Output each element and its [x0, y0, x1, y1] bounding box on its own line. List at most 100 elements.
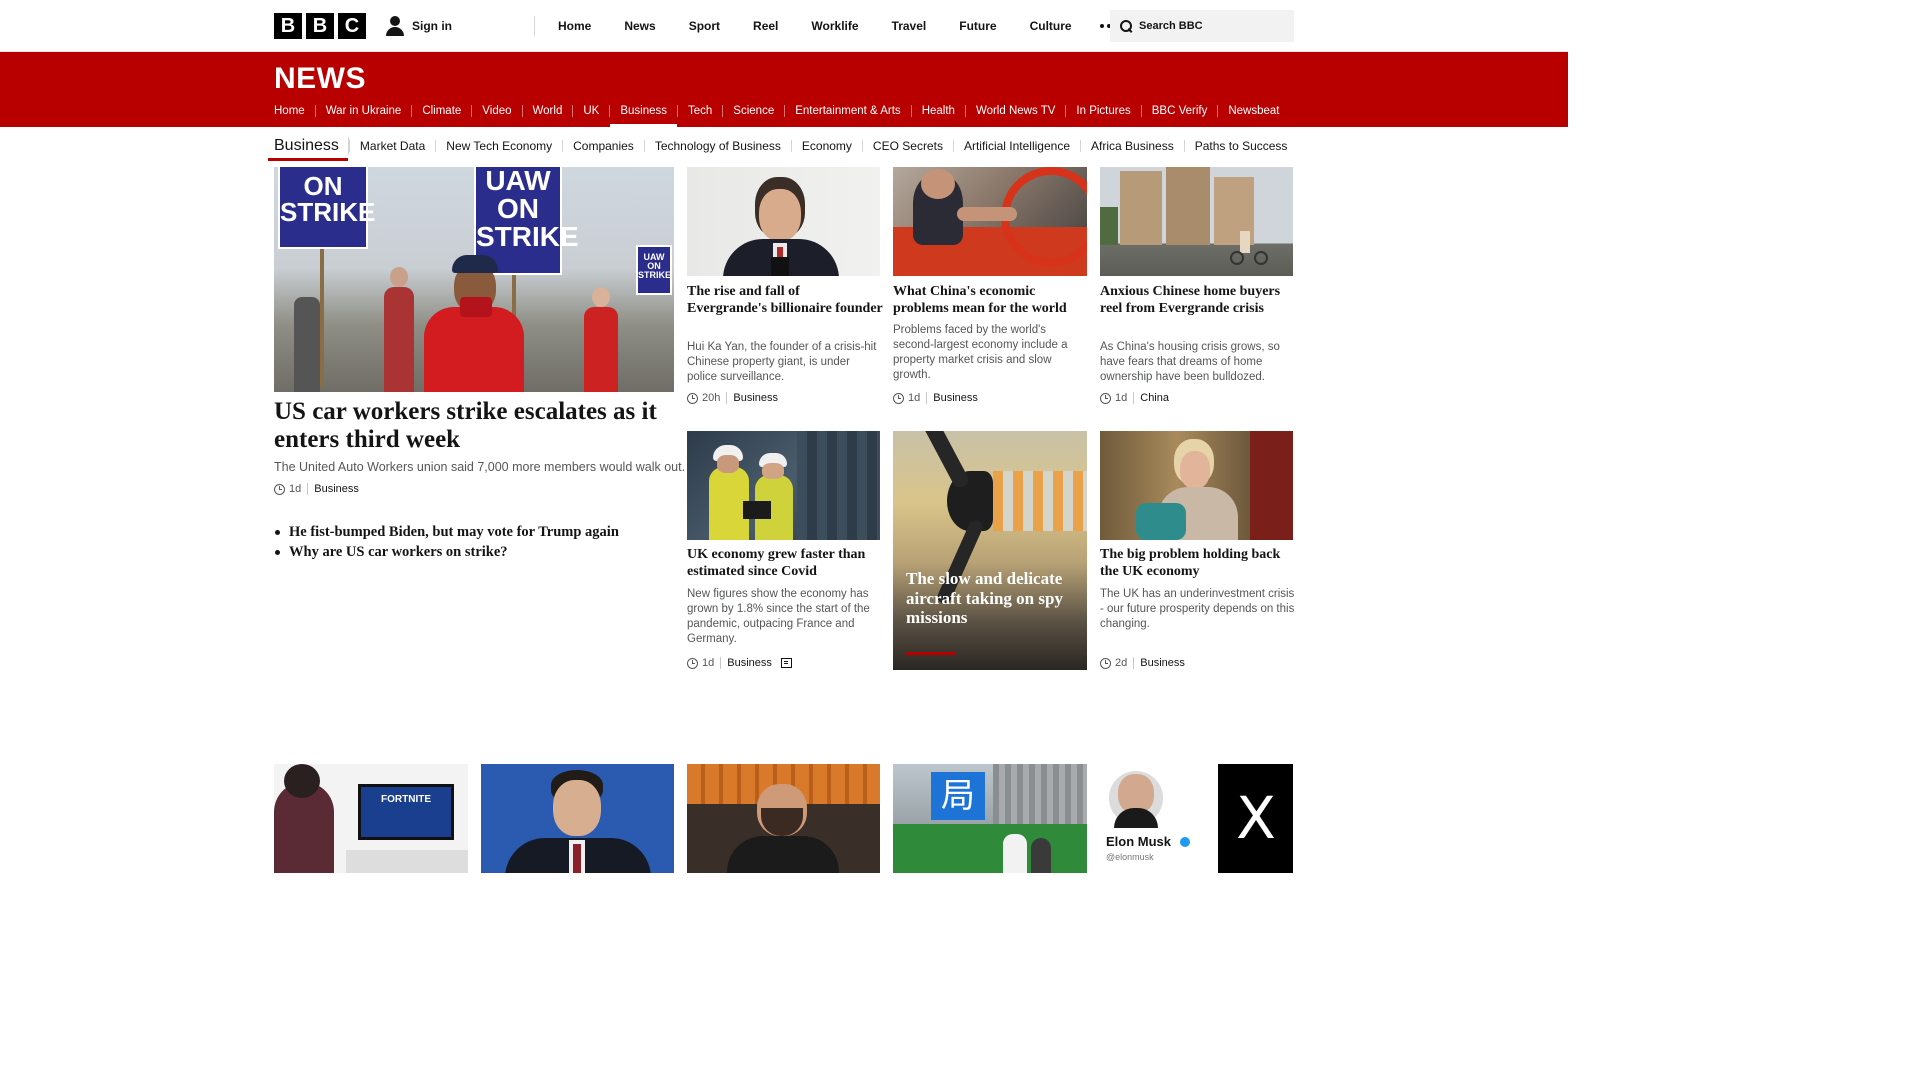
timestamp: 2d	[1115, 657, 1128, 669]
story-image-china-street[interactable]: 局	[893, 764, 1087, 873]
lead-story-headline[interactable]: US car workers strike escalates as it en…	[274, 398, 676, 454]
lead-story-summary: The United Auto Workers union said 7,000…	[274, 460, 686, 474]
news-nav-world-news-tv[interactable]: World News TV	[964, 105, 1065, 117]
bureau-sign: 局	[931, 772, 985, 820]
global-nav-sport[interactable]: Sport	[689, 19, 720, 33]
section-nav-ceo-secrets[interactable]: CEO Secrets	[861, 140, 953, 152]
topic-tag[interactable]: Business	[926, 392, 978, 404]
topic-tag[interactable]: Business	[307, 483, 359, 495]
story-headline-overlay[interactable]: The slow and delicate aircraft taking on…	[906, 569, 1081, 628]
global-header: B B C Sign in Home News Sport Reel Workl…	[0, 0, 1568, 52]
story-image-bakery[interactable]	[687, 764, 880, 873]
timestamp: 20h	[702, 392, 721, 404]
story-summary: New figures show the economy has grown b…	[687, 588, 870, 645]
story-image-china-economy[interactable]	[893, 167, 1087, 276]
clock-icon	[274, 483, 285, 495]
news-nav-tech[interactable]: Tech	[677, 105, 722, 117]
section-nav-artificial-intelligence[interactable]: Artificial Intelligence	[952, 140, 1080, 152]
global-nav-worklife[interactable]: Worklife	[811, 19, 858, 33]
story-image-chinese-home-buyers[interactable]	[1100, 167, 1293, 276]
timestamp: 1d	[289, 483, 302, 495]
search-icon	[1120, 19, 1133, 33]
related-link[interactable]: Why are US car workers on strike?	[274, 542, 619, 562]
section-nav-companies[interactable]: Companies	[562, 140, 644, 152]
lead-story-image[interactable]: ON STRIKE UAW ON STRIKE UAW ON STRIKE	[274, 167, 674, 392]
global-nav-reel[interactable]: Reel	[753, 19, 778, 33]
clock-icon	[687, 392, 698, 404]
signin-label: Sign in	[412, 19, 452, 33]
news-nav-business[interactable]: Business	[609, 105, 677, 127]
news-nav-uk[interactable]: UK	[572, 105, 609, 117]
timestamp: 1d	[702, 657, 715, 669]
news-nav-world[interactable]: World	[521, 105, 573, 117]
topic-tag[interactable]: Business	[1133, 657, 1185, 669]
section-title[interactable]: Business	[268, 137, 349, 161]
news-nav-newsbeat[interactable]: Newsbeat	[1217, 105, 1289, 117]
story-meta: 1d Business	[893, 391, 978, 405]
story-summary: Problems faced by the world's second-lar…	[893, 324, 1068, 381]
story-summary: Hui Ka Yan, the founder of a crisis-hit …	[687, 341, 877, 383]
story-summary: The UK has an underinvestment crisis - o…	[1100, 588, 1295, 630]
story-image-uk-economy[interactable]	[687, 431, 880, 540]
user-icon	[385, 16, 405, 36]
lead-story-meta: 1d Business	[274, 482, 359, 496]
related-link[interactable]: He fist-bumped Biden, but may vote for T…	[274, 522, 619, 542]
news-nav-entertainment-arts[interactable]: Entertainment & Arts	[784, 105, 910, 117]
story-summary: As China's housing crisis grows, so have…	[1100, 341, 1280, 383]
news-nav-video[interactable]: Video	[471, 105, 521, 117]
section-nav-market-data[interactable]: Market Data	[348, 140, 435, 152]
news-nav-climate[interactable]: Climate	[411, 105, 471, 117]
story-image-hui-ka-yan[interactable]	[481, 764, 674, 873]
story-headline[interactable]: What China's economic problems mean for …	[893, 283, 1089, 317]
signin-button[interactable]: Sign in	[385, 16, 452, 36]
story-image-fortnite[interactable]: FORTNITE	[274, 764, 468, 873]
section-nav-paths-to-success[interactable]: Paths to Success	[1183, 140, 1298, 152]
section-nav-economy[interactable]: Economy	[790, 140, 862, 152]
news-nav-war-in-ukraine[interactable]: War in Ukraine	[314, 105, 412, 117]
section-nav-new-tech-economy[interactable]: New Tech Economy	[435, 140, 562, 152]
section-nav-africa-business[interactable]: Africa Business	[1080, 140, 1184, 152]
story-image-evergrande-founder[interactable]	[687, 167, 880, 276]
fortnite-screen-text: FORTNITE	[381, 794, 431, 805]
verified-badge-icon	[1180, 837, 1190, 847]
global-nav-home[interactable]: Home	[558, 19, 591, 33]
timestamp: 1d	[1115, 392, 1128, 404]
section-nav: Business Market Data New Tech Economy Co…	[268, 134, 1298, 161]
bbc-logo-letter: C	[338, 13, 366, 39]
news-nav-health[interactable]: Health	[910, 105, 965, 117]
global-nav-travel[interactable]: Travel	[892, 19, 927, 33]
bbc-logo[interactable]: B B C	[274, 13, 366, 39]
story-image-uk-underinvestment[interactable]	[1100, 431, 1293, 540]
topic-tag[interactable]: China	[1133, 392, 1169, 404]
clock-icon	[687, 657, 698, 669]
topic-tag[interactable]: Business	[720, 657, 772, 669]
story-image-spy-aircraft[interactable]	[893, 431, 1087, 670]
global-nav-culture[interactable]: Culture	[1030, 19, 1072, 33]
news-nav-in-pictures[interactable]: In Pictures	[1065, 105, 1140, 117]
global-nav-future[interactable]: Future	[959, 19, 996, 33]
story-headline[interactable]: The big problem holding back the UK econ…	[1100, 546, 1296, 580]
search-input[interactable]: Search BBC	[1110, 10, 1294, 42]
section-nav-technology-of-business[interactable]: Technology of Business	[643, 140, 791, 152]
news-nav-bbc-verify[interactable]: BBC Verify	[1140, 105, 1218, 117]
clock-icon	[1100, 657, 1111, 669]
story-headline[interactable]: UK economy grew faster than estimated si…	[687, 546, 883, 580]
story-meta: 2d Business	[1100, 656, 1185, 670]
strike-sign: UAW ON STRIKE	[636, 245, 672, 295]
clock-icon	[1100, 392, 1111, 404]
news-nav-home[interactable]: Home	[274, 105, 315, 117]
news-logo[interactable]: NEWS	[274, 62, 366, 96]
search-placeholder: Search BBC	[1139, 20, 1203, 32]
story-headline[interactable]: The rise and fall of Evergrande's billio…	[687, 283, 883, 317]
global-nav-news[interactable]: News	[624, 19, 655, 33]
bbc-logo-letter: B	[274, 13, 302, 39]
x-logo-icon: X	[1236, 784, 1276, 852]
story-image-elon-musk[interactable]: Elon Musk @elonmusk X	[1100, 764, 1293, 873]
comments-icon[interactable]	[780, 658, 792, 668]
profile-name: Elon Musk	[1106, 834, 1172, 849]
story-headline[interactable]: Anxious Chinese home buyers reel from Ev…	[1100, 283, 1296, 317]
overlay-accent-bar	[906, 652, 956, 655]
news-nav-science[interactable]: Science	[722, 105, 784, 117]
clock-icon	[893, 392, 904, 404]
topic-tag[interactable]: Business	[726, 392, 778, 404]
